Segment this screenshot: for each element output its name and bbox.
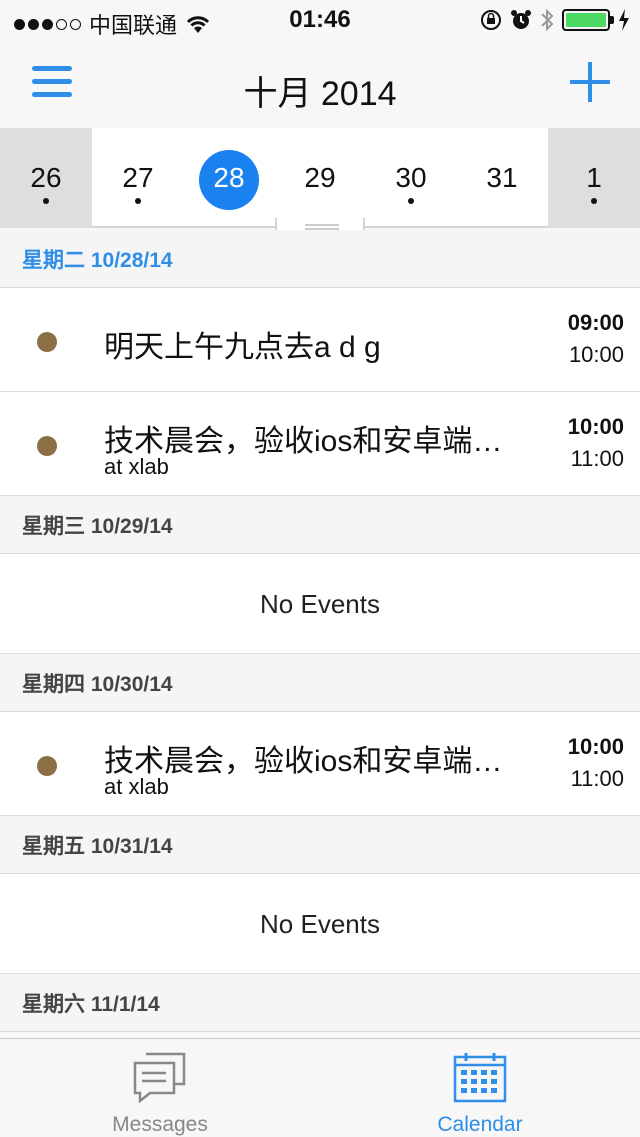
event-start-time: 09:00 (567, 310, 624, 335)
event-indicator-dot (408, 198, 414, 204)
charging-icon (619, 9, 629, 31)
week-day-number: 26 (30, 162, 62, 193)
day-section-header: 星期二 10/28/14 (0, 230, 640, 288)
calendar-color-dot (37, 436, 57, 456)
orientation-lock-icon (481, 10, 501, 30)
week-day-2[interactable]: 28 (183, 128, 275, 228)
week-day-number: 27 (122, 162, 154, 193)
navigation-bar: 十月 2014 (0, 40, 640, 128)
week-day-1[interactable]: 27 (92, 128, 184, 228)
calendar-color-dot (37, 756, 57, 776)
event-indicator-dot (135, 198, 141, 204)
event-row[interactable]: 明天上午九点去a d g 09:00 10:00 (0, 288, 640, 392)
event-end-time: 10:00 (568, 342, 624, 367)
week-day-3[interactable]: 29 (274, 128, 366, 228)
week-day-5[interactable]: 31 (456, 128, 548, 228)
event-title: 明天上午九点去a d g (104, 331, 381, 364)
week-strip: 26 27 28 29 30 31 1 (0, 128, 640, 228)
event-row[interactable]: 技术晨会，验收ios和安卓端… at xlab 10:00 11:00 (0, 392, 640, 496)
week-day-number: 1 (586, 162, 602, 193)
tab-calendar-label: Calendar (437, 1113, 523, 1136)
event-start-time: 10:00 (567, 734, 624, 759)
event-start-time: 10:00 (567, 414, 624, 439)
no-events-label: No Events (0, 874, 640, 974)
bluetooth-icon (541, 8, 554, 32)
calendar-icon (453, 1053, 507, 1103)
week-day-number: 31 (486, 162, 518, 193)
calendar-color-dot (37, 332, 57, 352)
day-section-header: 星期六 11/1/14 (0, 974, 640, 1032)
no-events-label: No Events (0, 554, 640, 654)
week-day-4[interactable]: 30 (365, 128, 457, 228)
event-row[interactable]: 技术晨会，验收ios和安卓端… at xlab 10:00 11:00 (0, 712, 640, 816)
alarm-icon (511, 10, 531, 29)
event-indicator-dot (591, 198, 597, 204)
event-end-time: 11:00 (570, 446, 624, 471)
tab-messages-label: Messages (112, 1113, 208, 1136)
event-location: at xlab (104, 454, 169, 479)
week-day-number: 29 (304, 162, 336, 193)
event-end-time: 11:00 (570, 766, 624, 791)
week-day-0[interactable]: 26 (0, 128, 92, 228)
week-day-number: 30 (395, 162, 427, 193)
tab-calendar[interactable]: Calendar (400, 1039, 560, 1137)
messages-icon (133, 1052, 186, 1103)
event-location: at xlab (104, 774, 169, 799)
tab-messages[interactable]: Messages (80, 1039, 240, 1137)
day-section-header: 星期三 10/29/14 (0, 496, 640, 554)
battery-icon (562, 9, 614, 31)
day-section-header: 星期四 10/30/14 (0, 654, 640, 712)
agenda-list[interactable]: 星期二 10/28/14 明天上午九点去a d g 09:00 10:00 技术晨会，验… (0, 230, 640, 1038)
tab-bar: Messages Calendar (0, 1038, 640, 1136)
add-event-button[interactable] (570, 62, 610, 102)
week-day-number: 28 (213, 162, 245, 193)
page-title: 十月 2014 (243, 75, 397, 113)
week-day-6[interactable]: 1 (548, 128, 640, 228)
event-indicator-dot (43, 198, 49, 204)
status-bar: 中国联通 01:46 (0, 0, 640, 40)
day-section-header: 星期五 10/31/14 (0, 816, 640, 874)
